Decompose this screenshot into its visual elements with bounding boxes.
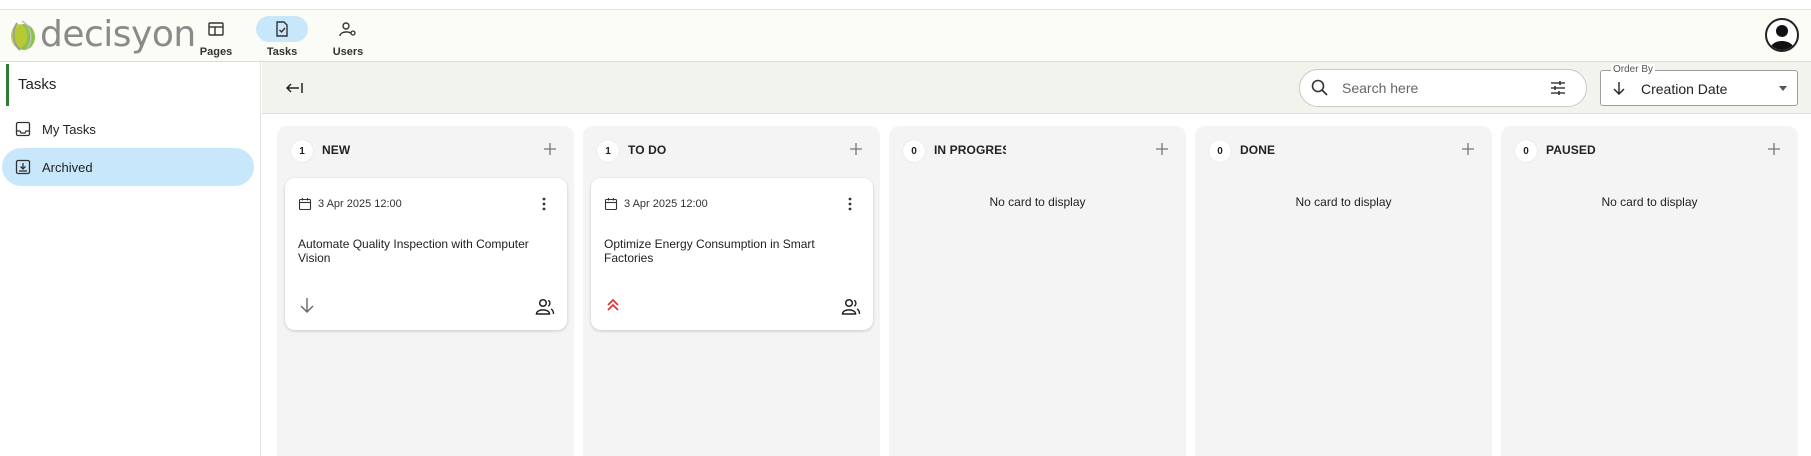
sidebar-item-archived[interactable]: Archived	[2, 148, 254, 186]
column-header: 0 DONE	[1195, 126, 1492, 174]
order-by-select[interactable]: Order By Creation Date	[1600, 64, 1798, 106]
user-settings-icon	[339, 22, 356, 37]
column-header: 1 NEW	[277, 126, 574, 174]
nav-pill	[190, 16, 242, 42]
top-border	[0, 0, 1811, 10]
search-icon	[1311, 79, 1328, 96]
decisyon-logo-icon	[11, 20, 35, 51]
sidebar-item-my-tasks[interactable]: My Tasks	[2, 110, 254, 148]
archive-icon	[14, 158, 32, 176]
inbox-icon	[14, 120, 32, 138]
empty-column-text: No card to display	[1295, 195, 1392, 209]
calendar-icon	[604, 198, 618, 211]
nav-label-tasks: Tasks	[266, 46, 298, 58]
order-by-value: Creation Date	[1641, 81, 1728, 97]
task-check-icon	[276, 21, 288, 37]
sidebar-item-label: My Tasks	[42, 121, 96, 137]
column-to-do: 1 TO DO 3 Apr 2025 12:00 Optimize Energy…	[583, 126, 880, 456]
nav-label-users: Users	[332, 46, 364, 58]
empty-column-text: No card to display	[1601, 195, 1698, 209]
column-title: TO DO	[628, 143, 667, 157]
main-nav: Pages Tasks Users	[186, 16, 378, 60]
arrow-left-bar-icon	[286, 83, 303, 93]
chevron-down-icon	[1779, 86, 1787, 91]
filter-sliders-icon[interactable]	[1548, 78, 1568, 98]
task-card[interactable]: 3 Apr 2025 12:00 Optimize Energy Consump…	[591, 178, 873, 330]
column-title: DONE	[1240, 143, 1276, 157]
priority-high-chevrons-icon	[607, 298, 619, 311]
column-header: 0 IN PROGRESS	[889, 126, 1186, 174]
column-in-progress: 0 IN PROGRESS No card to display	[889, 126, 1186, 456]
sidebar: Tasks My Tasks Archived	[0, 62, 261, 456]
column-new: 1 NEW 3 Apr 2025 12:00 Automate Quality …	[277, 126, 574, 456]
nav-item-tasks[interactable]: Tasks	[252, 16, 312, 60]
column-done: 0 DONE No card to display	[1195, 126, 1492, 456]
kanban-board: 1 NEW 3 Apr 2025 12:00 Automate Quality …	[262, 114, 1811, 456]
card-date: 3 Apr 2025 12:00	[624, 198, 708, 210]
plus-icon[interactable]	[1460, 141, 1476, 157]
column-count-badge: 0	[903, 140, 925, 162]
board-toolbar: Order By Creation Date	[262, 62, 1811, 114]
card-title: Automate Quality Inspection with Compute…	[298, 237, 529, 265]
nav-label-pages: Pages	[199, 46, 233, 58]
app-root: decisyon Pages Tasks Users Tasks My Task…	[0, 0, 1811, 456]
priority-low-arrow-icon	[300, 298, 314, 313]
user-avatar[interactable]	[1765, 18, 1799, 52]
plus-icon[interactable]	[1154, 141, 1170, 157]
card-title: Optimize Energy Consumption in Smart Fac…	[604, 237, 815, 265]
column-header: 1 TO DO	[583, 126, 880, 174]
card-date: 3 Apr 2025 12:00	[318, 198, 402, 210]
collapse-sidebar-button[interactable]	[282, 76, 308, 100]
arrow-down-icon[interactable]	[1611, 80, 1627, 96]
column-count-badge: 0	[1209, 140, 1231, 162]
assignees-icon[interactable]	[535, 298, 555, 316]
order-by-label: Order By	[1611, 64, 1656, 76]
column-paused: 0 PAUSED No card to display	[1501, 126, 1798, 456]
dashboard-icon	[208, 22, 224, 36]
nav-item-pages[interactable]: Pages	[186, 16, 246, 60]
app-header: decisyon Pages Tasks Users	[0, 10, 1811, 62]
nav-pill	[256, 16, 308, 42]
assignees-icon[interactable]	[841, 298, 861, 316]
search-box	[1299, 69, 1587, 107]
plus-icon[interactable]	[1766, 141, 1782, 157]
more-vertical-icon[interactable]	[541, 196, 547, 212]
task-card[interactable]: 3 Apr 2025 12:00 Automate Quality Inspec…	[285, 178, 567, 330]
plus-icon[interactable]	[848, 141, 864, 157]
column-title: IN PROGRESS	[934, 143, 1006, 157]
column-header: 0 PAUSED	[1501, 126, 1798, 174]
column-count-badge: 0	[1515, 140, 1537, 162]
sidebar-title: Tasks	[6, 64, 56, 106]
nav-pill	[322, 16, 374, 42]
logo[interactable]: decisyon	[8, 15, 196, 55]
user-avatar-icon	[1770, 25, 1794, 50]
calendar-icon	[298, 198, 312, 211]
search-input[interactable]	[1342, 80, 1542, 96]
nav-item-users[interactable]: Users	[318, 16, 378, 60]
column-title: NEW	[322, 143, 351, 157]
plus-icon[interactable]	[542, 141, 558, 157]
column-count-badge: 1	[597, 140, 619, 162]
sidebar-item-label: Archived	[42, 159, 93, 175]
more-vertical-icon[interactable]	[847, 196, 853, 212]
column-title: PAUSED	[1546, 143, 1596, 157]
column-count-badge: 1	[291, 140, 313, 162]
logo-text: decisyon	[40, 14, 196, 55]
empty-column-text: No card to display	[989, 195, 1086, 209]
